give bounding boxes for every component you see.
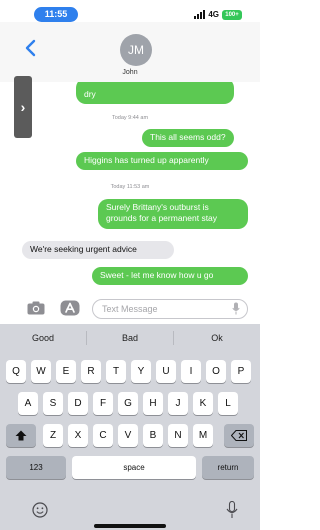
key-u[interactable]: U <box>156 360 176 383</box>
key-n[interactable]: N <box>168 424 188 447</box>
keyboard-bottom-bar <box>0 498 260 530</box>
message-text: dry <box>84 89 96 99</box>
conversation-header: JM John <box>0 22 260 82</box>
return-key[interactable]: return <box>202 456 254 479</box>
key-v[interactable]: V <box>118 424 138 447</box>
message-text: Surely Brittany's outburst is grounds fo… <box>106 202 218 223</box>
key-z[interactable]: Z <box>43 424 63 447</box>
contact-name[interactable]: John <box>0 69 260 76</box>
space-key[interactable]: space <box>72 456 196 479</box>
key-j[interactable]: J <box>168 392 188 415</box>
microphone-icon[interactable] <box>226 501 238 519</box>
emoji-icon[interactable] <box>32 502 48 518</box>
key-e[interactable]: E <box>56 360 76 383</box>
message-input[interactable] <box>92 299 248 319</box>
key-x[interactable]: X <box>68 424 88 447</box>
timestamp: Today 11:53 am <box>110 184 150 190</box>
message-bubble-outgoing[interactable]: This all seems odd? <box>142 129 234 147</box>
key-p[interactable]: P <box>231 360 251 383</box>
message-bubble-outgoing[interactable]: Sweet - let me know how u go <box>92 267 248 285</box>
key-c[interactable]: C <box>93 424 113 447</box>
key-q[interactable]: Q <box>6 360 26 383</box>
message-text: Sweet - let me know how u go <box>100 270 214 280</box>
suggestion-ok[interactable]: Ok <box>174 324 260 352</box>
key-o[interactable]: O <box>206 360 226 383</box>
key-h[interactable]: H <box>143 392 163 415</box>
back-chevron-icon[interactable] <box>24 38 38 58</box>
key-i[interactable]: I <box>181 360 201 383</box>
suggestion-good[interactable]: Good <box>0 324 86 352</box>
delete-key[interactable] <box>224 424 254 447</box>
key-s[interactable]: S <box>43 392 63 415</box>
key-g[interactable]: G <box>118 392 138 415</box>
backspace-icon <box>230 429 247 441</box>
key-y[interactable]: Y <box>131 360 151 383</box>
dictation-icon[interactable] <box>232 302 240 315</box>
app-store-icon[interactable] <box>60 300 80 316</box>
timestamp: Today 9:44 am <box>111 115 149 121</box>
key-d[interactable]: D <box>68 392 88 415</box>
message-text: We're seeking urgent advice <box>30 244 137 254</box>
key-l[interactable]: L <box>218 392 238 415</box>
message-bubble-incoming[interactable]: We're seeking urgent advice <box>22 241 174 259</box>
chevron-right-icon: › <box>20 99 26 115</box>
suggestion-bad[interactable]: Bad <box>87 324 173 352</box>
key-w[interactable]: W <box>31 360 51 383</box>
key-t[interactable]: T <box>106 360 126 383</box>
home-indicator[interactable] <box>94 524 166 528</box>
shift-key[interactable] <box>6 424 36 447</box>
message-bubble-outgoing[interactable]: Higgins has turned up apparently <box>76 152 248 170</box>
key-f[interactable]: F <box>93 392 113 415</box>
side-expand-tab[interactable]: › <box>14 76 32 138</box>
message-text: This all seems odd? <box>150 132 226 142</box>
predictive-suggestions: Good Bad Ok <box>0 324 260 352</box>
key-b[interactable]: B <box>143 424 163 447</box>
message-bubble-outgoing[interactable]: Surely Brittany's outburst is grounds fo… <box>98 199 248 229</box>
key-m[interactable]: M <box>193 424 213 447</box>
shift-icon <box>15 430 27 441</box>
key-k[interactable]: K <box>193 392 213 415</box>
camera-icon[interactable] <box>27 301 45 315</box>
compose-bar <box>0 297 260 322</box>
key-r[interactable]: R <box>81 360 101 383</box>
message-text: Higgins has turned up apparently <box>84 155 209 165</box>
avatar[interactable]: JM <box>120 34 152 66</box>
key-a[interactable]: A <box>18 392 38 415</box>
numbers-key[interactable]: 123 <box>6 456 66 479</box>
